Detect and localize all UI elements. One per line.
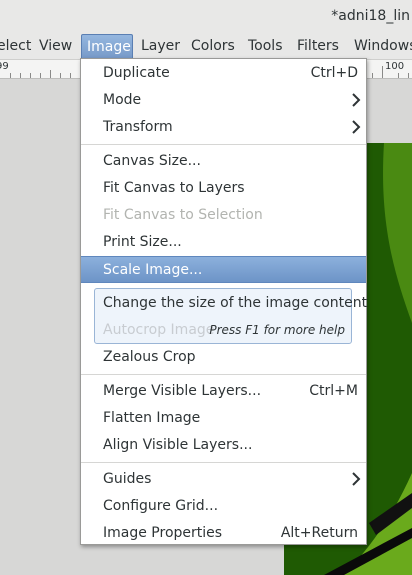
ruler-tick (382, 66, 383, 78)
title-bar: *adni18_lin (0, 0, 412, 34)
menu-separator (81, 144, 366, 145)
menu-item-align-visible-layers[interactable]: Align Visible Layers... (81, 432, 366, 459)
ruler-tick (10, 73, 11, 78)
menu-item-label: Flatten Image (103, 410, 201, 426)
menu-item-mode[interactable]: Mode (81, 87, 366, 114)
menu-windows[interactable]: Windows (354, 34, 412, 59)
ruler-tick (408, 73, 409, 78)
menu-item-label: Align Visible Layers... (103, 437, 253, 453)
menu-select[interactable]: elect (0, 34, 31, 59)
ruler-tick (30, 73, 31, 78)
menu-item-fit-canvas-to-layers[interactable]: Fit Canvas to Layers (81, 175, 366, 202)
window-title: *adni18_lin (331, 8, 410, 24)
tooltip: Autocrop Image Change the size of the im… (94, 288, 367, 344)
chevron-right-icon (352, 120, 361, 134)
menu-item-guides[interactable]: Guides (81, 466, 366, 493)
image-menu: Duplicate Ctrl+D Mode Transform Canvas S… (80, 58, 367, 545)
ruler-tick (40, 73, 41, 78)
menu-item-scale-image[interactable]: Scale Image... (81, 256, 366, 283)
menu-item-configure-grid[interactable]: Configure Grid... (81, 493, 366, 520)
menu-layer[interactable]: Layer (141, 34, 180, 59)
menu-item-label: Duplicate (103, 65, 170, 81)
menu-item-label: Fit Canvas to Selection (103, 207, 263, 223)
ruler-label-right: 100 (385, 61, 405, 72)
menu-item-label: Scale Image... (103, 262, 203, 278)
ruler-tick (60, 73, 61, 78)
ruler-tick (398, 73, 399, 78)
ruler-tick (20, 73, 21, 78)
ruler-tick (372, 73, 373, 78)
menu-item-label: Transform (103, 119, 173, 135)
menu-item-fit-canvas-to-selection: Fit Canvas to Selection (81, 202, 366, 229)
menu-item-canvas-size[interactable]: Canvas Size... (81, 148, 366, 175)
menu-item-accel: Alt+Return (280, 525, 358, 541)
menu-image[interactable]: Image (81, 34, 133, 59)
menu-view[interactable]: View (39, 34, 72, 59)
menu-filters[interactable]: Filters (297, 34, 339, 59)
menu-colors[interactable]: Colors (191, 34, 235, 59)
menu-item-image-properties[interactable]: Image Properties Alt+Return (81, 520, 366, 547)
menu-item-label: Image Properties (103, 525, 223, 541)
ruler-label-left: 99 (0, 61, 9, 72)
menu-item-print-size[interactable]: Print Size... (81, 229, 366, 256)
menu-item-transform[interactable]: Transform (81, 114, 366, 141)
menu-item-label: Guides (103, 471, 152, 487)
menu-tools[interactable]: Tools (248, 34, 283, 59)
menu-bar: elect View Image Layer Colors Tools Filt… (0, 34, 412, 59)
menu-item-label: Canvas Size... (103, 153, 201, 169)
chevron-right-icon (352, 93, 361, 107)
menu-item-label: Mode (103, 92, 142, 108)
menu-item-accel: Ctrl+D (310, 65, 358, 81)
tooltip-text: Change the size of the image content (103, 295, 368, 311)
menu-item-merge-visible-layers[interactable]: Merge Visible Layers... Ctrl+M (81, 378, 366, 405)
menu-item-duplicate[interactable]: Duplicate Ctrl+D (81, 60, 366, 87)
menu-separator (81, 374, 366, 375)
menu-item-label: Print Size... (103, 234, 182, 250)
menu-item-zealous-crop[interactable]: Zealous Crop (81, 344, 366, 371)
menu-item-label: Configure Grid... (103, 498, 219, 514)
chevron-right-icon (352, 472, 361, 486)
tooltip-help: Press F1 for more help (209, 323, 345, 337)
menu-item-accel: Ctrl+M (309, 383, 358, 399)
ruler-tick (70, 73, 71, 78)
ruler-tick (50, 70, 51, 78)
menu-item-label: Zealous Crop (103, 349, 196, 365)
menu-item-label: Fit Canvas to Layers (103, 180, 245, 196)
menu-item-flatten-image[interactable]: Flatten Image (81, 405, 366, 432)
menu-item-label: Merge Visible Layers... (103, 383, 262, 399)
menu-item-autocrop-image: Autocrop Image (103, 322, 215, 338)
menu-separator (81, 462, 366, 463)
